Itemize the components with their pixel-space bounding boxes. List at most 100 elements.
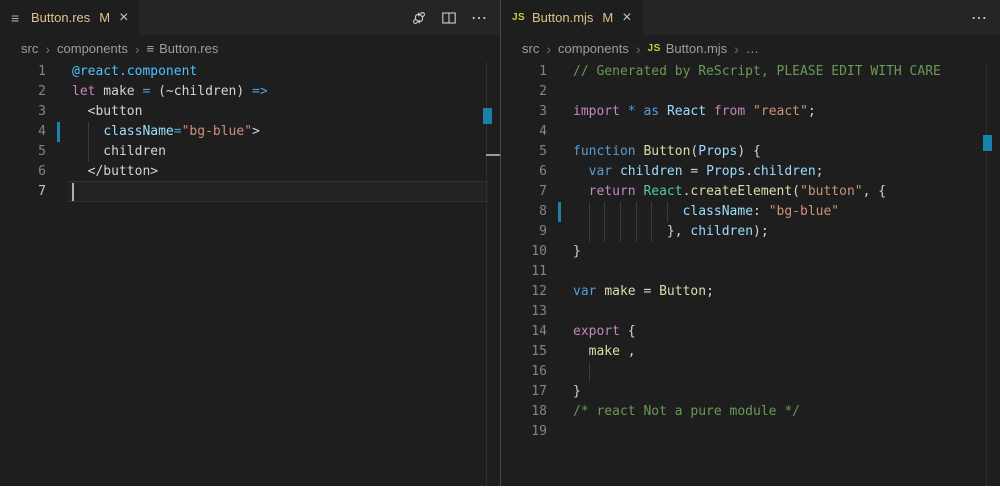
indent-guide	[636, 222, 637, 242]
code-token: :	[753, 204, 769, 219]
overview-ruler-left[interactable]	[486, 62, 487, 486]
code-text	[573, 422, 1000, 442]
line-number: 1	[0, 62, 46, 82]
code-text: }	[573, 382, 1000, 402]
js-file-icon: JS	[512, 13, 529, 23]
code-line[interactable]: 6 var children = Props.children;	[501, 162, 1000, 182]
git-modified-badge: M	[602, 10, 613, 25]
editor-group-left: ≡ Button.res M ×	[0, 0, 500, 486]
editor-group-right: JS Button.mjs M × ⋯ src›components›JSBut…	[500, 0, 1000, 486]
code-token: children	[72, 144, 166, 159]
gutter-modified-marker	[46, 122, 72, 142]
indent-guide	[88, 122, 89, 142]
gutter	[547, 182, 573, 202]
code-line[interactable]: 14export {	[501, 322, 1000, 342]
code-text	[72, 182, 500, 202]
code-line[interactable]: 5 children	[0, 142, 500, 162]
overview-ruler-right[interactable]	[986, 62, 987, 486]
code-line[interactable]: 19	[501, 422, 1000, 442]
line-number: 3	[0, 102, 46, 122]
code-line[interactable]: 3 <button	[0, 102, 500, 122]
code-line[interactable]: 4 className="bg-blue">	[0, 122, 500, 142]
code-token: className	[103, 124, 173, 139]
overview-modified-marker	[983, 135, 992, 151]
tab-button-res[interactable]: ≡ Button.res M ×	[0, 0, 139, 35]
code-line[interactable]: 13	[501, 302, 1000, 322]
code-line[interactable]: 2let make = (~children) =>	[0, 82, 500, 102]
code-token: =	[636, 284, 659, 299]
tab-button-mjs[interactable]: JS Button.mjs M ×	[501, 0, 643, 35]
code-token: children	[753, 164, 816, 179]
code-line[interactable]: 1// Generated by ReScript, PLEASE EDIT W…	[501, 62, 1000, 82]
code-text: </button>	[72, 162, 500, 182]
line-number: 17	[501, 382, 547, 402]
code-line[interactable]: 4	[501, 122, 1000, 142]
code-line[interactable]: 16	[501, 362, 1000, 382]
gutter	[46, 182, 72, 202]
breadcrumb-item[interactable]: ≡Button.res	[147, 41, 219, 56]
code-token	[706, 104, 714, 119]
split-editor-icon[interactable]	[438, 7, 460, 29]
line-number: 6	[501, 162, 547, 182]
indent-guide	[589, 202, 590, 222]
gutter	[547, 282, 573, 302]
indent-guide	[651, 202, 652, 222]
line-number: 3	[501, 102, 547, 122]
more-actions-icon[interactable]: ⋯	[468, 7, 490, 29]
code-token	[620, 104, 628, 119]
code-line[interactable]: 3import * as React from "react";	[501, 102, 1000, 122]
code-token: ;	[808, 104, 816, 119]
code-line[interactable]: 2	[501, 82, 1000, 102]
gutter	[547, 222, 573, 242]
code-token: =>	[252, 84, 268, 99]
chevron-icon: ›	[45, 41, 50, 57]
close-icon[interactable]: ×	[622, 10, 631, 26]
code-line[interactable]: 15 make ,	[501, 342, 1000, 362]
code-editor-left[interactable]: 1@react.component2let make = (~children)…	[0, 62, 500, 202]
code-line[interactable]: 18/* react Not a pure module */	[501, 402, 1000, 422]
code-editor-right[interactable]: 1// Generated by ReScript, PLEASE EDIT W…	[501, 62, 1000, 442]
code-line[interactable]: 8 className: "bg-blue"	[501, 202, 1000, 222]
code-line[interactable]: 17}	[501, 382, 1000, 402]
breadcrumb-label: src	[21, 41, 38, 56]
breadcrumb-item[interactable]: src	[21, 41, 38, 56]
line-number: 6	[0, 162, 46, 182]
indent-guide	[604, 222, 605, 242]
line-number: 13	[501, 302, 547, 322]
code-token: function	[573, 144, 636, 159]
code-token: return	[589, 184, 636, 199]
code-line[interactable]: 12var make = Button;	[501, 282, 1000, 302]
code-line[interactable]: 7	[0, 182, 500, 202]
code-line[interactable]: 11	[501, 262, 1000, 282]
line-number: 5	[501, 142, 547, 162]
code-text: className: "bg-blue"	[573, 202, 1000, 222]
code-token	[745, 104, 753, 119]
breadcrumb-item[interactable]: …	[746, 41, 759, 56]
breadcrumb-item[interactable]: components	[558, 41, 629, 56]
code-token: =	[683, 164, 706, 179]
gutter	[547, 362, 573, 382]
code-token: );	[753, 224, 769, 239]
gutter	[547, 422, 573, 442]
indent-guide	[667, 202, 668, 222]
code-line[interactable]: 5function Button(Props) {	[501, 142, 1000, 162]
breadcrumb-item[interactable]: components	[57, 41, 128, 56]
code-line[interactable]: 1@react.component	[0, 62, 500, 82]
gutter	[46, 102, 72, 122]
code-line[interactable]: 9 }, children);	[501, 222, 1000, 242]
code-line[interactable]: 10}	[501, 242, 1000, 262]
code-token: ;	[706, 284, 714, 299]
code-token: .	[745, 164, 753, 179]
code-token	[573, 344, 589, 359]
open-changes-icon[interactable]	[408, 7, 430, 29]
code-line[interactable]: 7 return React.createElement("button", {	[501, 182, 1000, 202]
close-icon[interactable]: ×	[119, 10, 128, 26]
breadcrumb-item[interactable]: src	[522, 41, 539, 56]
gutter	[46, 142, 72, 162]
code-line[interactable]: 6 </button>	[0, 162, 500, 182]
line-number: 15	[501, 342, 547, 362]
breadcrumb-label: Button.res	[159, 41, 218, 56]
gutter	[46, 62, 72, 82]
more-actions-icon[interactable]: ⋯	[968, 7, 990, 29]
breadcrumb-item[interactable]: JSButton.mjs	[648, 41, 728, 56]
